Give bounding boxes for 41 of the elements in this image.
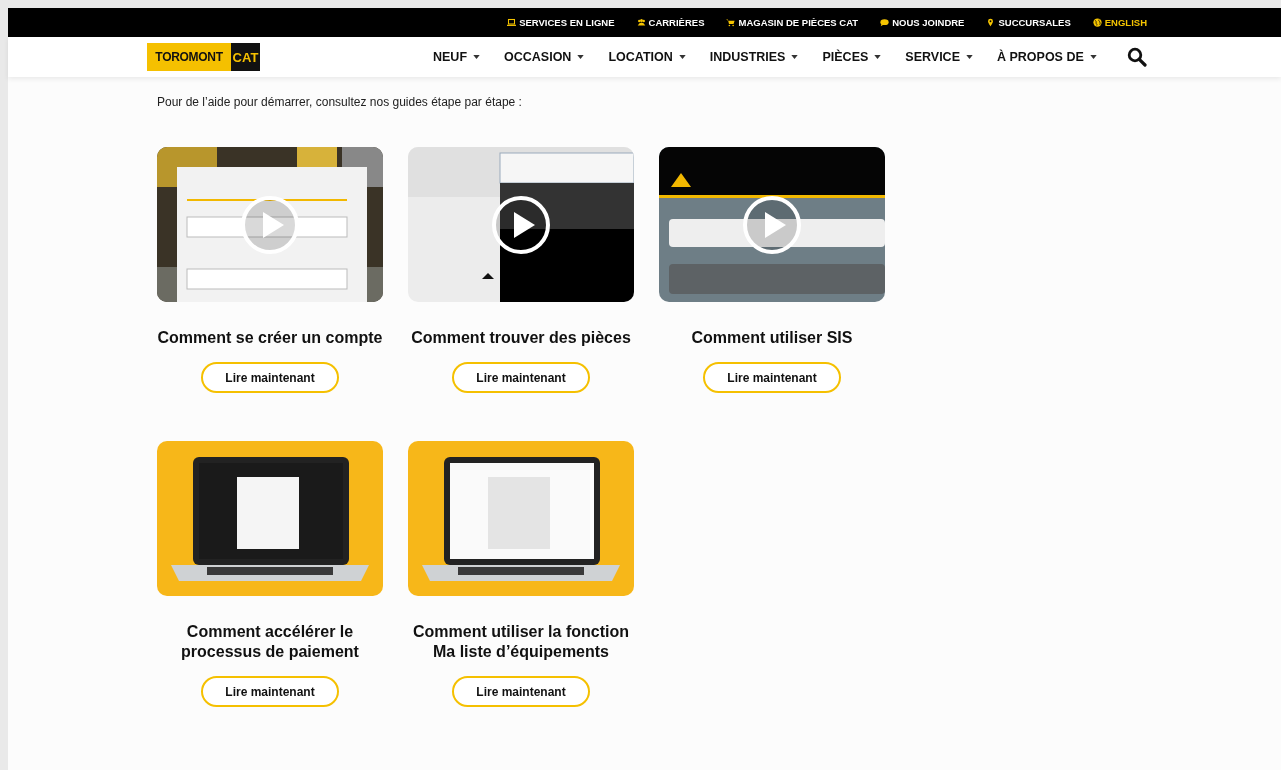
caret-icon — [577, 55, 585, 59]
logo-mark[interactable]: CAT — [231, 43, 260, 71]
top-link[interactable]: SUCCURSALES — [986, 17, 1071, 28]
caret-icon — [791, 55, 799, 59]
read-now-button[interactable]: Lire maintenant — [201, 676, 339, 707]
nav-menu-item[interactable]: INDUSTRIES — [709, 50, 799, 64]
read-now-button[interactable]: Lire maintenant — [703, 362, 841, 393]
guide-title: Comment trouver des pièces — [410, 328, 632, 348]
intro-text: Pour de l’aide pour démarrer, consultez nos guides étape par étape : — [157, 95, 523, 109]
read-now-button[interactable]: Lire maintenant — [452, 362, 590, 393]
top-link[interactable]: CARRIÈRES — [636, 17, 705, 28]
read-now-button[interactable]: Lire maintenant — [201, 362, 339, 393]
cart-icon — [726, 18, 736, 27]
caret-icon — [473, 55, 481, 59]
nav-menu-item[interactable]: LOCATION — [608, 50, 686, 64]
globe-icon — [1092, 18, 1102, 27]
top-link[interactable]: SERVICES EN LIGNE — [507, 17, 615, 28]
guide-title: Comment utiliser la fonction Ma liste d’équipements — [412, 622, 630, 662]
search-icon[interactable] — [1126, 47, 1147, 67]
guide-title: Comment se créer un compte — [156, 328, 384, 348]
caret-icon — [1089, 55, 1097, 59]
pin-icon — [986, 18, 996, 27]
nav-menu-item[interactable]: NEUF — [433, 50, 481, 64]
nav-menu-item[interactable]: À PROPOS DE — [996, 50, 1097, 64]
top-link[interactable]: MAGASIN DE PIÈCES CAT — [726, 17, 859, 28]
play-icon[interactable] — [491, 195, 551, 255]
top-link[interactable]: NOUS JOINDRE — [880, 17, 965, 28]
people-icon — [636, 18, 646, 27]
logo-text[interactable]: TOROMONT — [147, 43, 231, 71]
guide-title: Comment utiliser SIS — [690, 328, 854, 348]
caret-icon — [965, 55, 973, 59]
chat-icon — [880, 18, 890, 27]
top-link[interactable]: ENGLISH — [1092, 17, 1147, 28]
read-now-button[interactable]: Lire maintenant — [452, 676, 590, 707]
guide-title: Comment accélérer le processus de paiement — [180, 622, 360, 662]
nav-menu-item[interactable]: SERVICE — [905, 50, 973, 64]
laptop-icon — [507, 18, 517, 27]
nav-menu-item[interactable]: OCCASION — [504, 50, 585, 64]
caret-icon — [678, 55, 686, 59]
caret-icon — [874, 55, 882, 59]
nav-menu-item[interactable]: PIÈCES — [822, 50, 882, 64]
